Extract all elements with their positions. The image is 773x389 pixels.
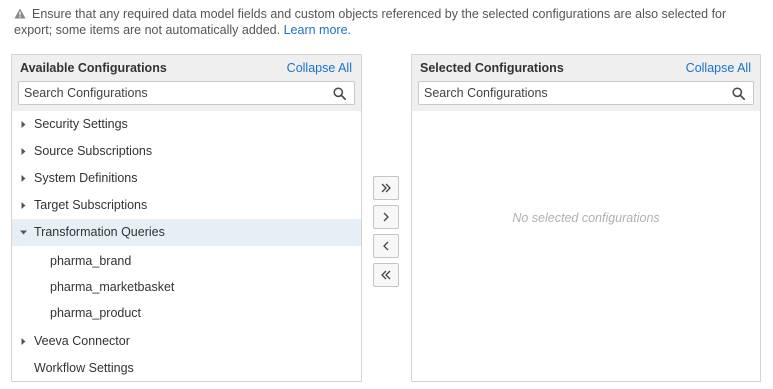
tree-item-veeva-connector[interactable]: Veeva Connector	[12, 328, 361, 355]
selected-panel-title: Selected Configurations	[420, 61, 564, 75]
available-panel-title: Available Configurations	[20, 61, 167, 75]
remove-all-button[interactable]	[373, 263, 399, 287]
tree-item-label: Source Subscriptions	[34, 144, 153, 158]
warning-text: Ensure that any required data model fiel…	[14, 7, 727, 37]
tree-child-pharma-product[interactable]: pharma_product	[12, 300, 361, 326]
caret-right-icon[interactable]	[20, 148, 27, 155]
caret-right-icon[interactable]	[20, 338, 27, 345]
tree-item-source-subscriptions[interactable]: Source Subscriptions	[12, 138, 361, 165]
tree-item-label: System Definitions	[34, 171, 138, 185]
selected-collapse-all-link[interactable]: Collapse All	[686, 61, 751, 75]
selected-panel-header: Selected Configurations Collapse All	[412, 55, 760, 111]
double-chevron-right-icon	[381, 183, 391, 193]
selected-configurations-panel: Selected Configurations Collapse All No …	[411, 54, 761, 382]
chevron-right-icon	[383, 212, 389, 222]
tree-child-pharma-brand[interactable]: pharma_brand	[12, 248, 361, 274]
tree-child-label: pharma_product	[50, 306, 142, 320]
search-icon[interactable]	[732, 87, 745, 100]
tree-item-security-settings[interactable]: Security Settings	[12, 111, 361, 138]
tree-item-label: Workflow Settings	[34, 361, 134, 375]
warning-icon	[14, 8, 26, 23]
caret-right-icon[interactable]	[20, 121, 27, 128]
empty-selection-message: No selected configurations	[512, 211, 660, 225]
chevron-left-icon	[383, 241, 389, 251]
tree-item-label: Security Settings	[34, 117, 128, 131]
remove-selected-button[interactable]	[373, 234, 399, 258]
tree-item-workflow-settings[interactable]: Workflow Settings	[12, 355, 361, 381]
selected-search-box	[418, 81, 754, 105]
tree-item-system-definitions[interactable]: System Definitions	[12, 165, 361, 192]
selected-search-input[interactable]	[419, 82, 753, 104]
add-selected-button[interactable]	[373, 205, 399, 229]
tree-item-label: Veeva Connector	[34, 334, 130, 348]
tree-child-label: pharma_marketbasket	[50, 280, 175, 294]
available-collapse-all-link[interactable]: Collapse All	[287, 61, 352, 75]
double-chevron-left-icon	[381, 270, 391, 280]
export-warning: Ensure that any required data model fiel…	[14, 7, 759, 38]
transfer-buttons	[373, 176, 399, 292]
search-icon[interactable]	[333, 87, 346, 100]
tree-item-target-subscriptions[interactable]: Target Subscriptions	[12, 192, 361, 219]
tree-item-label: Target Subscriptions	[34, 198, 148, 212]
tree-child-pharma-marketbasket[interactable]: pharma_marketbasket	[12, 274, 361, 300]
add-all-button[interactable]	[373, 176, 399, 200]
caret-right-icon[interactable]	[20, 202, 27, 209]
available-search-box	[18, 81, 355, 105]
available-tree: Security Settings Source Subscriptions S…	[12, 111, 361, 381]
caret-right-icon[interactable]	[20, 175, 27, 182]
tree-item-transformation-queries[interactable]: Transformation Queries	[12, 219, 361, 246]
caret-down-icon[interactable]	[20, 229, 27, 236]
tree-item-label: Transformation Queries	[34, 225, 165, 239]
available-panel-header: Available Configurations Collapse All	[12, 55, 361, 111]
available-search-input[interactable]	[19, 82, 354, 104]
available-configurations-panel: Available Configurations Collapse All Se…	[11, 54, 362, 382]
tree-child-label: pharma_brand	[50, 254, 132, 268]
learn-more-link[interactable]: Learn more.	[284, 23, 351, 37]
